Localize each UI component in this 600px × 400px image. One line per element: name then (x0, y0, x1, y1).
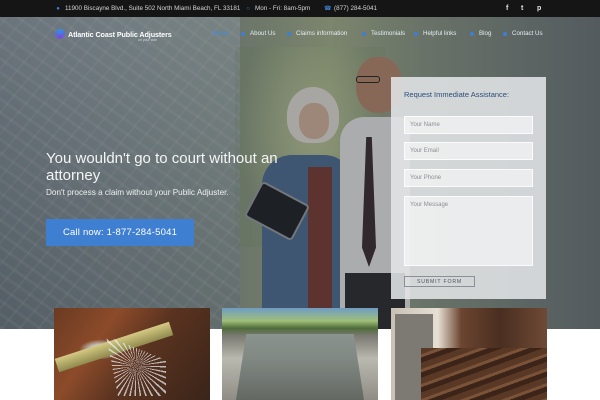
pipe-leak-thumbnail[interactable] (54, 308, 210, 400)
name-field[interactable]: Your Name (404, 116, 533, 134)
top-info-bar: ● 11900 Biscayne Blvd., Suite 502 North … (0, 0, 600, 17)
thumbnail-damaged-floor (421, 348, 547, 400)
main-navigation: Home About Us Claims information Testimo… (0, 30, 600, 42)
nav-item-claims-information[interactable]: Claims information (287, 30, 347, 37)
message-field[interactable]: Your Message (404, 196, 533, 266)
nav-item-blog[interactable]: Blog (470, 30, 491, 37)
nav-label[interactable]: Blog (479, 30, 491, 37)
form-title: Request Immediate Assistance: (404, 90, 510, 99)
nav-dot-icon (414, 31, 418, 36)
water-damaged-floor-thumbnail[interactable] (391, 308, 547, 400)
thumbnail-standing-water (236, 334, 364, 400)
nav-item-helpful-links[interactable]: Helpful links (414, 30, 456, 37)
nav-item-contact-us[interactable]: Contact Us (503, 30, 543, 37)
nav-label[interactable]: Home (212, 30, 229, 37)
nav-dot-icon (362, 31, 366, 36)
hero-subtitle: Don't process a claim without your Publi… (46, 188, 229, 197)
phone-item[interactable]: ☎ (877) 284-5041 (324, 0, 377, 17)
nav-item-testimonials[interactable]: Testimonials (362, 30, 405, 37)
twitter-icon[interactable]: t (521, 0, 523, 17)
map-pin-icon: ● (56, 5, 60, 12)
nav-item-about-us[interactable]: About Us (241, 30, 275, 37)
hours-item: ○ Mon - Fri: 8am-5pm (245, 0, 310, 17)
nav-label[interactable]: Testimonials (371, 30, 405, 37)
facebook-icon[interactable]: f (506, 0, 508, 17)
call-now-button[interactable]: Call now: 1-877-284-5041 (46, 219, 194, 246)
nav-dot-icon (287, 31, 291, 36)
assistance-form: Request Immediate Assistance: Your Name … (391, 77, 546, 299)
address-item: ● 11900 Biscayne Blvd., Suite 502 North … (55, 0, 240, 17)
phone-icon: ☎ (324, 5, 332, 12)
nav-label[interactable]: About Us (250, 30, 275, 37)
nav-dot-icon (503, 31, 507, 36)
phone-text[interactable]: (877) 284-5041 (334, 5, 377, 12)
nav-dot-icon (470, 31, 474, 36)
hours-text: Mon - Fri: 8am-5pm (255, 5, 311, 12)
clock-icon: ○ (246, 5, 250, 12)
nav-label[interactable]: Contact Us (512, 30, 543, 37)
phone-field[interactable]: Your Phone (404, 169, 533, 187)
nav-label[interactable]: Helpful links (423, 30, 456, 37)
nav-item-home[interactable]: Home (212, 30, 229, 37)
address-text: 11900 Biscayne Blvd., Suite 502 North Mi… (65, 5, 241, 12)
pinterest-icon[interactable]: p (537, 0, 541, 17)
email-field[interactable]: Your Email (404, 142, 533, 160)
flooded-roof-thumbnail[interactable] (222, 308, 378, 400)
nav-dot-icon (241, 31, 245, 36)
submit-form-button[interactable]: SUBMIT FORM (404, 276, 475, 287)
hero-title: You wouldn't go to court without an atto… (46, 150, 278, 184)
nav-label[interactable]: Claims information (296, 30, 347, 37)
